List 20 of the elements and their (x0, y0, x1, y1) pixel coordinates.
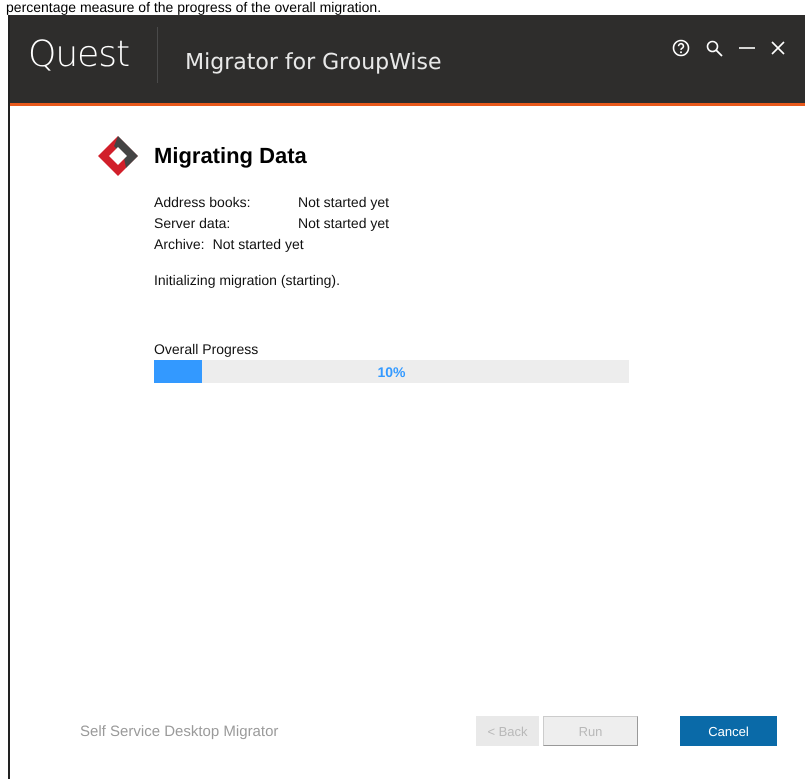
caption-text: percentage measure of the progress of the overall migration. (6, 0, 382, 15)
logo: Quest (27, 34, 130, 76)
footer-text: Self Service Desktop Migrator (80, 722, 280, 740)
status-message: Initializing migration (starting). (154, 271, 341, 289)
progress-label: Overall Progress (154, 340, 260, 358)
minimize-icon[interactable] (739, 46, 755, 50)
help-icon[interactable] (672, 39, 690, 57)
progress-reading: 10% (377, 364, 406, 380)
page-heading: Migrating Data (154, 143, 307, 169)
status-label: Address books: (154, 193, 252, 212)
search-icon[interactable] (706, 40, 723, 56)
status-label: Archive: (154, 235, 206, 254)
window-title: Migrator for GroupWise (184, 48, 442, 74)
status-value: Not started yet (298, 214, 390, 233)
status-label: Server data: (154, 214, 232, 233)
cancel-button[interactable]: Cancel (680, 716, 777, 746)
status-value: Not started yet (298, 193, 390, 212)
diamond-logo-icon (98, 136, 138, 176)
close-icon[interactable] (771, 41, 785, 55)
status-value: Not started yet (212, 235, 304, 254)
